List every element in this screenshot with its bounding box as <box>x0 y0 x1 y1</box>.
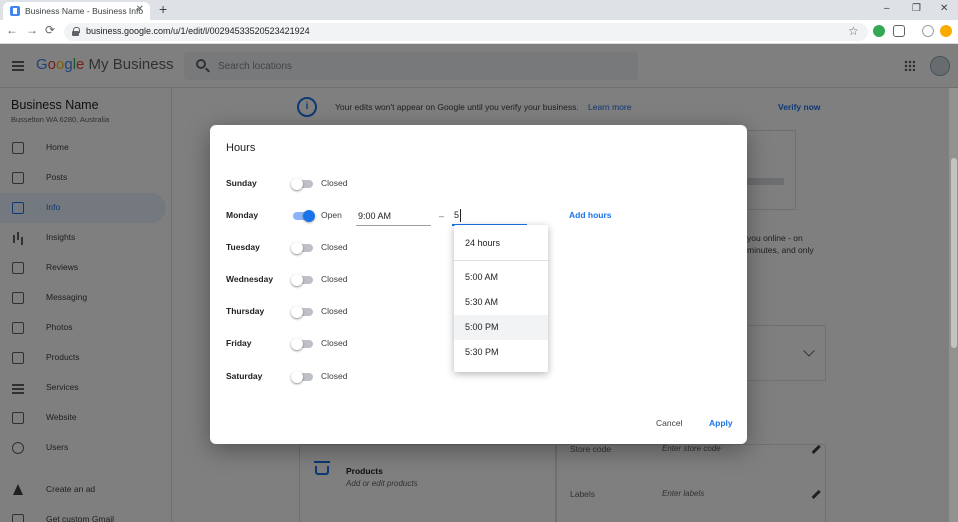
status-label: Closed <box>321 306 348 316</box>
open-toggle[interactable] <box>291 371 315 383</box>
day-label: Saturday <box>226 371 263 381</box>
text-caret <box>460 209 461 222</box>
browser-tab-title: Business Name - Business Info <box>25 6 144 16</box>
dialog-title: Hours <box>226 142 256 154</box>
close-window-button[interactable]: ✕ <box>940 3 948 14</box>
closing-time-input[interactable] <box>452 206 527 226</box>
dropdown-option-24-hours[interactable]: 24 hours <box>454 231 548 256</box>
reload-button[interactable]: ⟳ <box>45 23 55 37</box>
back-button[interactable]: ← <box>6 23 18 37</box>
url-text: business.google.com/u/1/edit/l/002945335… <box>86 26 310 36</box>
status-label: Closed <box>321 242 348 252</box>
address-bar[interactable]: business.google.com/u/1/edit/l/002945335… <box>64 23 868 41</box>
status-label: Closed <box>321 178 348 188</box>
day-label: Tuesday <box>226 242 260 252</box>
open-toggle[interactable] <box>291 274 315 286</box>
browser-tab-bar: Business Name - Business Info ✕ + – ❐ ✕ <box>0 0 958 20</box>
day-label: Wednesday <box>226 274 274 284</box>
open-toggle[interactable] <box>291 338 315 350</box>
open-toggle[interactable] <box>291 210 315 222</box>
grammarly-extension-icon[interactable] <box>873 25 885 37</box>
day-label: Thursday <box>226 306 265 316</box>
dropdown-option-highlighted[interactable]: 5:00 PM <box>454 315 548 340</box>
browser-tab[interactable]: Business Name - Business Info ✕ <box>3 2 150 20</box>
gmb-favicon-icon <box>10 6 20 16</box>
forward-button[interactable]: → <box>26 23 38 37</box>
browser-toolbar: ← → ⟳ business.google.com/u/1/edit/l/002… <box>0 20 958 44</box>
day-row-monday: Monday Open – Add hours <box>210 206 747 226</box>
lock-icon <box>72 27 80 36</box>
day-row-sunday: Sunday Closed <box>210 174 747 194</box>
tab-close-icon[interactable]: ✕ <box>136 4 144 15</box>
day-label: Sunday <box>226 178 257 188</box>
add-hours-button[interactable]: Add hours <box>569 210 612 220</box>
status-label: Open <box>321 210 342 220</box>
opening-time-input[interactable] <box>356 206 431 226</box>
dropdown-divider <box>454 260 548 261</box>
minimize-button[interactable]: – <box>884 3 890 14</box>
shield-extension-icon[interactable] <box>893 25 905 37</box>
dropdown-option[interactable]: 5:30 AM <box>454 290 548 315</box>
update-alert-icon[interactable] <box>940 25 952 37</box>
time-separator: – <box>439 211 445 221</box>
day-label: Monday <box>226 210 259 220</box>
day-label: Friday <box>226 338 252 348</box>
status-label: Closed <box>321 338 348 348</box>
closing-time-dropdown: 24 hours 5:00 AM 5:30 AM 5:00 PM 5:30 PM <box>454 225 548 372</box>
new-tab-button[interactable]: + <box>159 1 167 17</box>
open-toggle[interactable] <box>291 178 315 190</box>
maximize-button[interactable]: ❐ <box>912 3 921 14</box>
dropdown-option[interactable]: 5:30 PM <box>454 340 548 365</box>
cancel-button[interactable]: Cancel <box>656 418 682 428</box>
open-toggle[interactable] <box>291 306 315 318</box>
apply-button[interactable]: Apply <box>709 418 733 428</box>
scrollbar-thumb[interactable] <box>951 158 957 348</box>
status-label: Closed <box>321 274 348 284</box>
status-label: Closed <box>321 371 348 381</box>
bookmark-star-icon[interactable]: ☆ <box>848 24 859 38</box>
dropdown-option[interactable]: 5:00 AM <box>454 265 548 290</box>
profile-extension-icon[interactable] <box>922 25 934 37</box>
open-toggle[interactable] <box>291 242 315 254</box>
